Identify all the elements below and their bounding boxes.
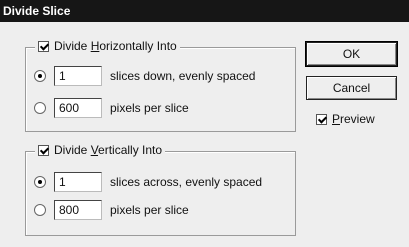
divide-vertically-toggle[interactable]: Divide Vertically Into — [35, 143, 166, 157]
horizontal-pixels-radio[interactable] — [34, 102, 46, 114]
horizontal-slices-row: 1 slices down, evenly spaced — [34, 66, 255, 86]
divide-horizontally-checkbox[interactable] — [38, 40, 49, 52]
horizontal-pixels-row: 600 pixels per slice — [34, 98, 189, 118]
horizontal-pixels-input[interactable]: 600 — [54, 98, 102, 118]
divide-horizontally-group: Divide Horizontally Into 1 slices down, … — [25, 39, 296, 132]
divide-vertically-group: Divide Vertically Into 1 slices across, … — [25, 143, 296, 236]
vertical-pixels-label: pixels per slice — [110, 203, 189, 217]
divide-slice-dialog: Divide Slice Divide Horizontally Into 1 … — [0, 0, 409, 247]
vertical-pixels-radio[interactable] — [34, 204, 46, 216]
vertical-slices-row: 1 slices across, evenly spaced — [34, 172, 262, 192]
horizontal-pixels-label: pixels per slice — [110, 101, 189, 115]
dialog-title: Divide Slice — [0, 0, 409, 22]
horizontal-slices-label: slices down, evenly spaced — [110, 69, 256, 83]
horizontal-slices-input[interactable]: 1 — [54, 66, 102, 86]
vertical-slices-label: slices across, evenly spaced — [110, 175, 263, 189]
preview-label: Preview — [332, 112, 375, 126]
vertical-slices-radio[interactable] — [34, 176, 46, 188]
preview-toggle[interactable]: Preview — [316, 112, 375, 126]
vertical-pixels-row: 800 pixels per slice — [34, 200, 189, 220]
divide-horizontally-toggle[interactable]: Divide Horizontally Into — [35, 39, 180, 53]
vertical-slices-input[interactable]: 1 — [54, 172, 102, 192]
divide-horizontally-label: Divide Horizontally Into — [54, 39, 177, 53]
preview-checkbox[interactable] — [316, 113, 327, 125]
divide-vertically-label: Divide Vertically Into — [54, 143, 163, 157]
ok-button[interactable]: OK — [305, 41, 398, 67]
cancel-button[interactable]: Cancel — [306, 76, 397, 100]
vertical-pixels-input[interactable]: 800 — [54, 200, 102, 220]
divide-vertically-checkbox[interactable] — [38, 144, 49, 156]
horizontal-slices-radio[interactable] — [34, 70, 46, 82]
